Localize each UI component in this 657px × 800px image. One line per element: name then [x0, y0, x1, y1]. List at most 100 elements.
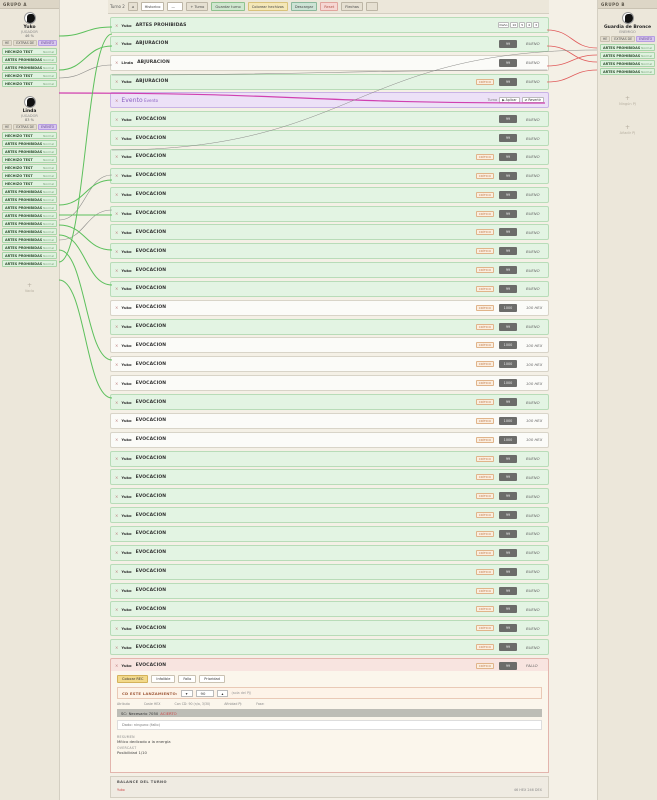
roll-value[interactable]: 99 — [499, 77, 517, 86]
action-row[interactable]: × Yuko EVOCACION CRÍTICO 99 BUENO — [110, 639, 549, 656]
roll-value[interactable]: 99 — [499, 661, 517, 670]
roll-value[interactable]: 99 — [499, 643, 517, 652]
roll-value[interactable]: 1000 — [499, 416, 517, 425]
roll-value[interactable]: 99 — [499, 322, 517, 331]
power-item[interactable]: ARTES PROHIBIDAS Normal — [600, 44, 655, 51]
power-item[interactable]: HECHIZO TEST Normal — [2, 156, 57, 163]
roll-value[interactable]: 1000 — [499, 341, 517, 350]
power-item[interactable]: ARTES PROHIBIDAS Normal — [2, 148, 57, 155]
cd-increment[interactable]: ▴ — [216, 689, 229, 697]
power-item[interactable]: ARTES PROHIBIDAS SUPENormal — [2, 220, 57, 227]
roll-value[interactable]: 99 — [499, 284, 517, 293]
power-item[interactable]: ARTES PROHIBIDAS SUPENormal — [2, 252, 57, 259]
action-row[interactable]: × Yuko EVOCACION CRÍTICO 99 BUENO — [110, 205, 549, 222]
close-icon[interactable]: × — [115, 437, 118, 442]
roll-value[interactable]: 99 — [499, 473, 517, 482]
close-icon[interactable]: × — [115, 173, 118, 178]
power-item[interactable]: ARTES PROHIBIDAS SUPENormal — [2, 260, 57, 267]
cd-decrement[interactable]: ▾ — [180, 689, 193, 697]
tag-extras[interactable]: EXTRAS DE — [13, 124, 38, 130]
action-row[interactable]: × Yuko EVOCACION CRÍTICO 99 BUENO — [110, 224, 549, 241]
apply-button[interactable]: ▶ Aplicar — [499, 97, 520, 104]
roll-value[interactable]: 99 — [499, 152, 517, 161]
action-row[interactable]: × Yuko EVOCACION CRÍTICO 99 BUENO — [110, 280, 549, 297]
roll-value[interactable]: 99 — [499, 134, 517, 143]
damage-chip[interactable]: 5 — [519, 22, 526, 28]
character-card-yuko[interactable]: Yuko JUGADOR 46 % HE EXTRAS DE EVENTO — [0, 9, 59, 46]
tag-evento[interactable]: EVENTO — [38, 40, 58, 46]
fail-button[interactable]: Fallo — [178, 675, 197, 683]
roll-value[interactable]: 99 — [499, 398, 517, 406]
power-item[interactable]: ARTES PROHIBIDAS Normal — [600, 68, 655, 75]
action-row[interactable]: × Yuko EVOCACION 99 BUENO — [110, 111, 549, 128]
tag-he[interactable]: HE — [1, 124, 13, 130]
roll-value[interactable]: 99 — [499, 58, 517, 67]
action-row[interactable]: × Yuko EVOCACION CRÍTICO 99 BUENO — [110, 488, 549, 505]
close-icon[interactable]: × — [115, 343, 118, 348]
damage-chip[interactable]: 3 — [533, 22, 539, 28]
roll-value[interactable]: 99 — [499, 171, 517, 180]
power-item[interactable]: ARTES PROHIBIDAS SUPENormal — [2, 140, 57, 147]
color-spells-button[interactable]: Colorear hechizos — [247, 2, 288, 11]
power-item[interactable]: ARTES PROHIBIDAS SUPENormal — [2, 236, 57, 243]
close-icon[interactable]: × — [115, 98, 118, 103]
damage-chip[interactable]: 4 — [526, 22, 533, 28]
roll-value[interactable]: 1000 — [499, 360, 517, 369]
place-rec-button[interactable]: Colocar REC — [117, 675, 149, 683]
empty-slot[interactable]: + Vacío — [0, 282, 59, 293]
roll-value[interactable]: 99 — [499, 266, 517, 275]
action-row[interactable]: × Yuko EVOCACION CRÍTICO 99 BUENO — [110, 243, 549, 260]
roll-value[interactable]: 99 — [499, 228, 517, 237]
history-select[interactable]: Historico — [140, 2, 165, 11]
event-row[interactable]: × Evento Evento Turno ▶ Aplicar ⇄ Revertir — [110, 92, 549, 109]
close-icon[interactable]: × — [115, 550, 118, 555]
tag-extras[interactable]: EXTRAS DE — [611, 36, 636, 42]
action-row[interactable]: × Yuko ABJURACION 99 BUENO — [110, 35, 549, 52]
power-item[interactable]: HECHIZO TEST Normal — [2, 172, 57, 179]
close-icon[interactable]: × — [115, 626, 118, 631]
action-row[interactable]: × Yuko EVOCACION CRÍTICO 99 BUENO — [110, 394, 549, 410]
close-icon[interactable]: × — [115, 154, 118, 159]
close-icon[interactable]: × — [115, 79, 118, 84]
power-item[interactable]: ARTES PROHIBIDAS SUPENormal — [2, 244, 57, 251]
action-row[interactable]: × Yuko EVOCACION CRÍTICO 99 BUENO — [110, 186, 549, 203]
close-icon[interactable]: × — [115, 41, 118, 46]
action-row[interactable]: × Yuko EVOCACION CRÍTICO 99 BUENO — [110, 318, 549, 335]
tag-he[interactable]: HE — [1, 40, 13, 46]
action-row[interactable]: × Yuko EVOCACION CRÍTICO 99 BUENO — [110, 148, 549, 165]
action-row[interactable]: × Yuko EVOCACION CRÍTICO 1000 100 HEX — [110, 412, 549, 429]
close-icon[interactable]: × — [115, 324, 118, 329]
damage-chip[interactable]: 10 — [510, 22, 519, 28]
close-icon[interactable]: × — [115, 456, 118, 461]
action-row[interactable]: × Yuko EVOCACION CRÍTICO 99 BUENO — [110, 450, 549, 467]
action-row[interactable]: × Yuko EVOCACION CRÍTICO 1000 100 HEX — [110, 431, 549, 448]
arrows-button[interactable]: Flechas — [341, 2, 363, 11]
action-row[interactable]: × Yuko EVOCACION CRÍTICO 99 BUENO — [110, 469, 549, 486]
roll-value[interactable]: 99 — [499, 247, 517, 256]
roll-value[interactable]: 99 — [499, 511, 517, 520]
power-item[interactable]: ARTES PROHIBIDAS SUPENormal — [2, 228, 57, 235]
action-row[interactable]: × Yuko EVOCACION CRÍTICO 99 BUENO — [110, 167, 549, 184]
close-icon[interactable]: × — [115, 192, 118, 197]
character-card-guardia[interactable]: Guardia de Bronce ENEMIGO HE EXTRAS DE E… — [598, 9, 657, 42]
power-item[interactable]: HECHIZO TEST Normal — [2, 180, 57, 187]
roll-value[interactable]: 99 — [499, 624, 517, 633]
close-icon[interactable]: × — [115, 531, 118, 536]
character-card-linda[interactable]: Linda JUGADOR 83 % HE EXTRAS DE EVENTO — [0, 93, 59, 130]
power-item[interactable]: ARTES PROHIBIDAS Normal — [2, 64, 57, 71]
power-item[interactable]: ARTES PROHIBIDAS SUPENormal — [2, 56, 57, 63]
add-turn-button[interactable]: + Turno — [186, 2, 209, 11]
power-item[interactable]: HECHIZO TEST Normal — [2, 48, 57, 55]
close-icon[interactable]: × — [115, 211, 118, 216]
roll-value[interactable]: 99 — [499, 454, 517, 463]
close-icon[interactable]: × — [115, 305, 118, 310]
close-icon[interactable]: × — [115, 475, 118, 480]
filter-select[interactable]: — — [167, 2, 184, 11]
roll-value[interactable]: 1000 — [499, 379, 517, 388]
close-icon[interactable]: × — [115, 268, 118, 273]
close-icon[interactable]: × — [115, 494, 118, 499]
priority-button[interactable]: Prioridad — [199, 675, 225, 683]
tag-evento[interactable]: EVENTO — [38, 124, 58, 130]
close-icon[interactable]: × — [115, 645, 118, 650]
close-icon[interactable]: × — [115, 136, 118, 141]
